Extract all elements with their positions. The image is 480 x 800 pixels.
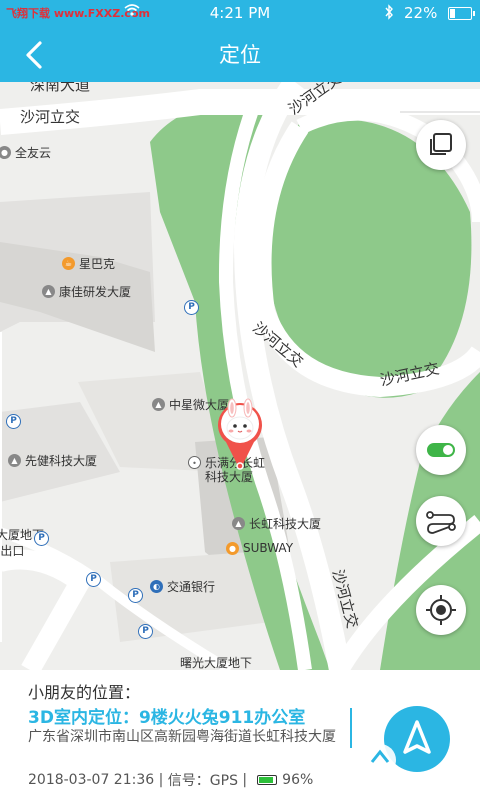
device-battery: 96% <box>282 772 314 788</box>
layers-icon <box>430 133 452 155</box>
timestamp: 2018-03-07 21:36 <box>28 772 155 788</box>
location-meta: 2018-03-07 21:36 | 信号：GPS | 96% <box>28 770 313 790</box>
parking-icon[interactable]: P <box>184 300 199 315</box>
poi-changhong[interactable]: ▲ 长虹科技大厦 <box>232 515 321 532</box>
battery-icon <box>257 775 278 785</box>
address-text: 广东省深圳市南山区高新园粤海街道长虹科技大厦 <box>28 729 336 745</box>
battery-percent: 22% <box>404 4 438 22</box>
parking-icon[interactable]: P <box>6 414 21 429</box>
metro-exit-label: -出口 <box>0 544 25 558</box>
watermark-logo <box>350 738 480 800</box>
poi-bottom: 曙光大厦地下 <box>180 656 253 670</box>
road-label: 深南大道 <box>30 82 91 94</box>
poi-icon: ● <box>0 146 11 159</box>
status-bar: 飞翔下载 www.FXXZ.com 4:21 PM 22% <box>0 0 480 28</box>
poi-kangjia[interactable]: ▲ 康佳研发大厦 <box>42 283 131 300</box>
building-icon: ▲ <box>232 517 245 530</box>
page-title: 定位 <box>219 43 261 67</box>
toggle-switch-icon <box>427 443 455 457</box>
layers-button[interactable] <box>416 120 466 170</box>
tracking-toggle-button[interactable] <box>416 425 466 475</box>
poi-starbucks[interactable]: ☕ 星巴克 <box>62 255 115 272</box>
building-icon: ▲ <box>42 285 55 298</box>
building-icon: ▲ <box>8 454 21 467</box>
map-view[interactable]: 沙河立交 深南大道 沙河立交 沙河立交 沙河立交 沙河立交 ● 全友云 ☕ 星巴克 … <box>0 82 480 670</box>
parking-icon[interactable]: P <box>34 531 49 546</box>
bunny-marker-icon <box>218 398 262 470</box>
building-icon: ▲ <box>152 398 165 411</box>
child-location-marker[interactable] <box>212 398 268 472</box>
food-icon: ● <box>226 541 239 555</box>
poi-bocom[interactable]: ◐ 交通银行 <box>150 578 215 595</box>
panel-heading: 小朋友的位置： <box>28 683 141 702</box>
bluetooth-icon <box>384 4 394 24</box>
coffee-icon: ☕ <box>62 257 75 270</box>
app-header: 定位 <box>0 28 480 82</box>
parking-icon[interactable]: P <box>86 572 101 587</box>
poi-subway[interactable]: ● SUBWAY <box>226 541 293 555</box>
separator: | <box>237 772 248 788</box>
indoor-location: 3D室内定位：9楼火火兔911办公室 <box>28 708 306 728</box>
bank-icon: ◐ <box>150 580 163 593</box>
route-button[interactable] <box>416 496 466 546</box>
poi-jinyou[interactable]: ● 全友云 <box>0 144 51 161</box>
poi-xianjian[interactable]: ▲ 先健科技大厦 <box>8 452 97 469</box>
parking-icon[interactable]: P <box>128 588 143 603</box>
road-label: 沙河立交 <box>20 108 81 126</box>
battery-icon <box>448 7 475 20</box>
locate-button[interactable] <box>416 585 466 635</box>
crosshair-icon <box>426 595 456 625</box>
dot-icon: • <box>188 456 201 469</box>
parking-icon[interactable]: P <box>138 624 153 639</box>
route-icon <box>426 511 456 534</box>
separator: | <box>154 772 168 788</box>
signal-type: 信号：GPS <box>167 773 238 789</box>
